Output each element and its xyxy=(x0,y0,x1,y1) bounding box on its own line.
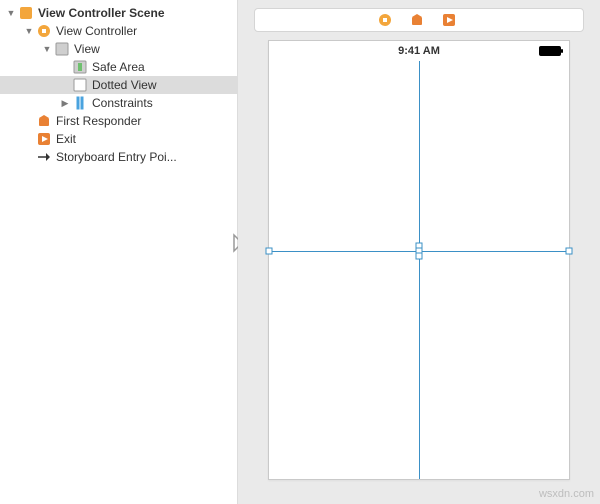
interface-builder-canvas[interactable]: 9:41 AM xyxy=(238,0,600,504)
outline-row-exit[interactable]: ▶ Exit xyxy=(0,130,237,148)
battery-icon xyxy=(539,46,561,56)
outline-row-constraints[interactable]: ▶ Constraints xyxy=(0,94,237,112)
disclosure-icon[interactable]: ▼ xyxy=(24,26,34,36)
outline-label: View xyxy=(74,40,100,58)
resize-handle[interactable] xyxy=(266,248,273,255)
arrow-right-icon xyxy=(36,149,52,165)
resize-handle[interactable] xyxy=(566,248,573,255)
outline-label: Safe Area xyxy=(92,58,145,76)
view-icon xyxy=(54,41,70,57)
status-bar: 9:41 AM xyxy=(269,41,569,61)
disclosure-icon[interactable]: ▶ xyxy=(60,98,70,108)
canvas-toolbar xyxy=(254,8,584,32)
document-outline: ▼ View Controller Scene ▼ View Controlle… xyxy=(0,0,238,504)
exit-icon xyxy=(36,131,52,147)
outline-row-safe-area[interactable]: ▶ Safe Area xyxy=(0,58,237,76)
exit-icon[interactable] xyxy=(442,13,456,27)
outline-label: First Responder xyxy=(56,112,141,130)
view-controller-icon xyxy=(36,23,52,39)
outline-row-storyboard-entry[interactable]: ▶ Storyboard Entry Poi... xyxy=(0,148,237,166)
first-responder-icon[interactable] xyxy=(410,13,424,27)
outline-row-first-responder[interactable]: ▶ First Responder xyxy=(0,112,237,130)
device-frame[interactable]: 9:41 AM xyxy=(268,40,570,480)
safe-area-icon xyxy=(72,59,88,75)
outline-label: View Controller Scene xyxy=(38,4,165,22)
outline-row-scene[interactable]: ▼ View Controller Scene xyxy=(0,4,237,22)
alignment-guide-vertical xyxy=(419,61,420,479)
outline-row-view[interactable]: ▼ View xyxy=(0,40,237,58)
disclosure-icon[interactable]: ▼ xyxy=(42,44,52,54)
constraints-icon xyxy=(72,95,88,111)
first-responder-icon xyxy=(36,113,52,129)
uiview-icon xyxy=(72,77,88,93)
outline-label: Constraints xyxy=(92,94,153,112)
resize-handle[interactable] xyxy=(416,253,423,260)
outline-label: View Controller xyxy=(56,22,137,40)
scene-icon xyxy=(18,5,34,21)
outline-label: Storyboard Entry Poi... xyxy=(56,148,177,166)
view-controller-icon[interactable] xyxy=(378,13,392,27)
outline-label: Exit xyxy=(56,130,76,148)
watermark: wsxdn.com xyxy=(539,488,594,500)
outline-row-dotted-view[interactable]: ▶ Dotted View xyxy=(0,76,237,94)
status-time: 9:41 AM xyxy=(398,45,440,57)
disclosure-icon[interactable]: ▼ xyxy=(6,8,16,18)
outline-label: Dotted View xyxy=(92,76,156,94)
outline-row-view-controller[interactable]: ▼ View Controller xyxy=(0,22,237,40)
